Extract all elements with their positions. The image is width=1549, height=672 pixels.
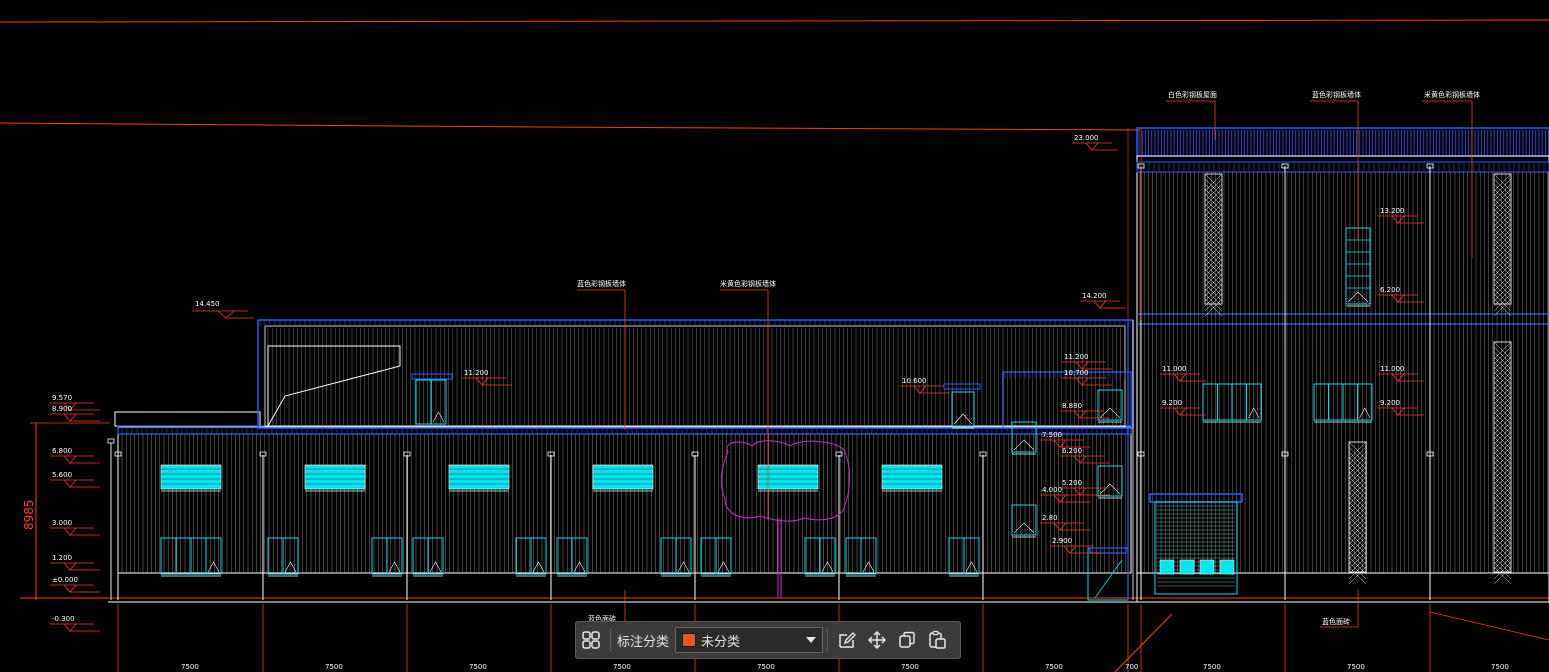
elevation-value: 3.000 [52, 519, 72, 527]
axis-spacing-label: 7500 [757, 663, 775, 671]
elevation-value: 11.000 [1162, 365, 1187, 373]
axis-spacing-label: 7500 [325, 663, 343, 671]
material-note-5: 米黄色彩钢板墙体 [1424, 90, 1480, 99]
elevation-value: -0.300 [52, 615, 75, 623]
annotation-toolbar: 标注分类 未分类 [575, 621, 961, 659]
axis-spacing-label: 7500 [1347, 663, 1365, 671]
elevation-value: 11.200 [1064, 353, 1089, 361]
toolbar-separator [610, 628, 611, 652]
chevron-down-icon [806, 637, 817, 643]
elevation-value: 13.200 [1380, 207, 1405, 215]
material-note-4: 蓝色彩钢板墙体 [1312, 90, 1361, 99]
axis-spacing-label: 7500 [469, 663, 487, 671]
elevation-value: 9.200 [1162, 399, 1182, 407]
elevation-value: 6.200 [1062, 447, 1082, 455]
elevation-value: ±0.000 [52, 576, 78, 584]
copy-icon[interactable] [892, 625, 922, 655]
category-color-swatch [682, 633, 697, 647]
upper-reference-line [0, 122, 1141, 131]
junction-mark [1114, 613, 1173, 672]
grid-icon[interactable] [576, 625, 606, 655]
axis-spacing-label: 7500 [901, 663, 919, 671]
axis-spacing-label: 7500 [181, 663, 199, 671]
elevation-value: 8.880 [1062, 402, 1082, 410]
mid-elevation-marks: 11.200 10.600 11.200 10.700 8.880 7.5006.200 5… [462, 353, 1112, 554]
elevation-value: 6.800 [52, 447, 72, 455]
move-icon[interactable] [862, 625, 892, 655]
category-label: 标注分类 [617, 634, 670, 650]
elevation-value: 9.570 [52, 394, 72, 402]
material-callouts: 蓝色彩钢板墙体 米黄色彩钢板墙体 白色彩钢板屋面 蓝色彩钢板墙体 米黄色彩钢板墙… [577, 90, 1480, 628]
elevation-value: 6.200 [1380, 286, 1400, 294]
axis-spacing-label: 7500 [1491, 663, 1509, 671]
elevation-value: 14.200 [1082, 292, 1107, 300]
elevation-value: 4.000 [1042, 486, 1062, 494]
high-wall-stripes [1139, 172, 1548, 573]
right-ref-line [1429, 611, 1549, 641]
left-elevation-marks: 9.570 8.900 6.800 5.600 3.000 1.200 ±0.000 -0.3… [50, 394, 100, 632]
category-value: 未分类 [701, 634, 741, 650]
material-note-2: 蓝色彩钢板墙体 [577, 279, 626, 288]
axis-spacing-label: 7500 [1045, 663, 1063, 671]
elevation-value: 11.200 [464, 369, 489, 377]
axis-spacing-label: 7500 [613, 663, 631, 671]
axis-spacing-labels: 7500 7500 7500 7500 7500 7500 7500 700 7500 7500 7… [181, 663, 1509, 671]
toolbar-separator [827, 628, 829, 652]
material-note-7: 蓝色面砖 [1322, 617, 1350, 626]
cad-drawing-canvas[interactable]: 8985 9.570 8.900 6.800 5.600 3.000 1.200 ±0.00… [0, 0, 1549, 672]
paste-icon[interactable] [922, 625, 952, 655]
elevation-value: 2.80 [1042, 514, 1058, 522]
elevation-value: 2.900 [1052, 537, 1072, 545]
elevation-value: 1.200 [52, 554, 72, 562]
elevation-value: 8.900 [52, 405, 72, 413]
elevation-value: 7.500 [1042, 431, 1062, 439]
top-reference-line [0, 19, 1549, 23]
overall-dimension: 8985 [22, 499, 36, 530]
axis-spacing-label: 700 [1125, 663, 1138, 671]
elevation-value: 10.600 [902, 377, 927, 385]
elevation-value: 11.000 [1380, 365, 1405, 373]
elevation-value: 5.200 [1062, 479, 1082, 487]
grid-axis-lines [117, 128, 1431, 672]
elevation-value: 23.000 [1074, 134, 1099, 142]
elevation-value: 10.700 [1064, 369, 1089, 377]
edit-icon[interactable] [832, 625, 862, 655]
elevation-value: 9.200 [1380, 399, 1400, 407]
wall-panel-stripes [121, 320, 1131, 573]
material-note-3: 米黄色彩钢板墙体 [720, 279, 776, 288]
category-select[interactable]: 未分类 [675, 627, 824, 653]
axis-spacing-label: 7500 [1203, 663, 1221, 671]
roof-panel-stripes [1138, 130, 1549, 171]
low-building [114, 319, 1134, 574]
roof-level-value: 14.450 [195, 300, 220, 308]
material-note-1: 白色彩钢板屋面 [1168, 90, 1217, 99]
elevation-value: 5.600 [52, 471, 72, 479]
roof-level-mark: 14.450 [192, 300, 254, 319]
